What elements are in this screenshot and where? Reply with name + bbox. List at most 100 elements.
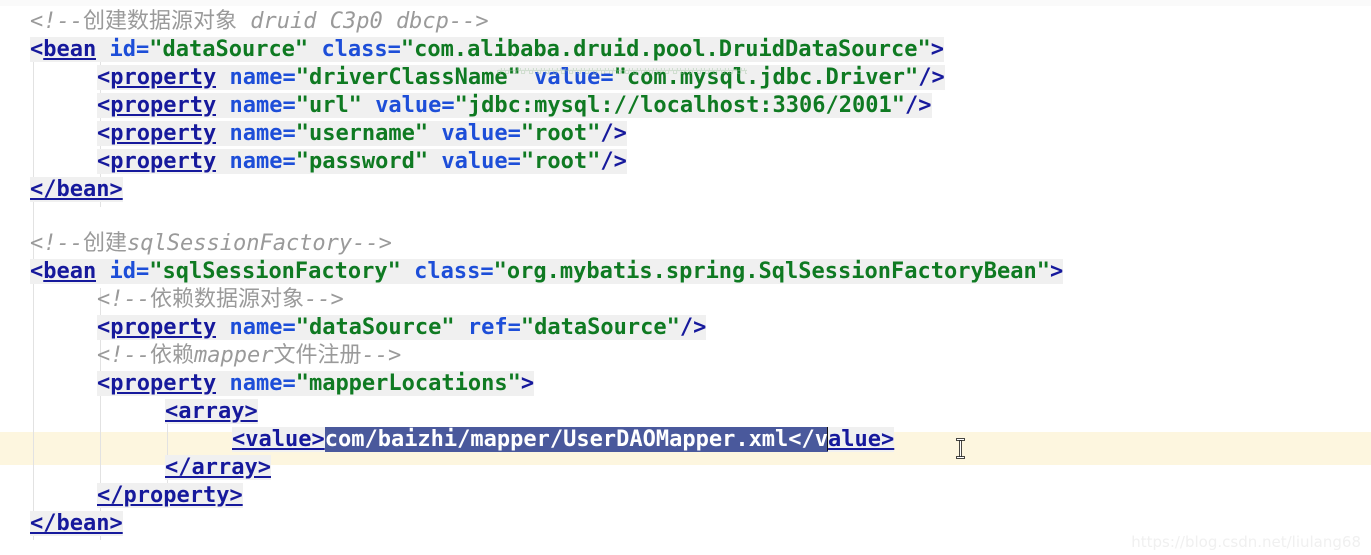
equals: = (282, 121, 296, 146)
comment-open: <!-- (30, 9, 83, 34)
code-line-comment-datasource[interactable]: <!--创建数据源对象 druid C3p0 dbcp--> (0, 8, 1371, 36)
watermark: https://blog.csdn.net/liulang68 (1131, 533, 1361, 551)
space (216, 149, 230, 174)
code-content[interactable]: <!--创建数据源对象 druid C3p0 dbcp--> <bean id=… (0, 0, 1371, 538)
space (96, 37, 110, 62)
tag-name-bean[interactable]: bean (43, 259, 97, 284)
comment-close: --> (352, 231, 392, 256)
tag-array-open[interactable]: <array> (165, 399, 258, 424)
code-line-property-username[interactable]: <property name="username" value="root"/> (0, 120, 1371, 148)
space (308, 37, 322, 62)
code-line-array-open[interactable]: <array> (0, 398, 1371, 426)
attr-value-class: "org.mybatis.spring.SqlSessionFactoryBea… (493, 259, 1050, 284)
tag-open-bracket: < (97, 315, 111, 340)
attr-name-class: class (414, 259, 481, 284)
code-line-property-datasource-ref[interactable]: <property name="dataSource" ref="dataSou… (0, 314, 1371, 342)
selected-text[interactable]: com/baizhi/mapper/UserDAOMapper.xml</v (324, 427, 829, 452)
code-line-value[interactable]: <value>com/baizhi/mapper/UserDAOMapper.x… (0, 426, 1371, 454)
tag-name-bean[interactable]: bean (43, 37, 97, 62)
tag-selfclose-bracket: /> (600, 149, 627, 174)
attr-value-name: "mapperLocations" (295, 371, 521, 396)
tag-selfclose-bracket: /> (918, 65, 945, 90)
equals: = (441, 93, 455, 118)
tag-name-property[interactable]: property (110, 371, 217, 396)
code-line-bean-sqlsessionfactory[interactable]: <bean id="sqlSessionFactory" class="org.… (0, 258, 1371, 286)
tag-value-close-remainder[interactable]: alue> (828, 427, 895, 452)
attr-value-ref: "dataSource" (520, 315, 680, 340)
comment-cjk-text: 创建数据源对象 (82, 9, 237, 34)
tag-name-property[interactable]: property (110, 149, 217, 174)
attr-value-id: "dataSource" (149, 37, 309, 62)
attr-name-ref: ref (467, 315, 508, 340)
space (216, 371, 230, 396)
attr-name-name: name (229, 121, 283, 146)
attr-name-name: name (229, 65, 283, 90)
attr-name-name: name (229, 93, 283, 118)
attr-name-value: value (441, 121, 508, 146)
tag-close-bean[interactable]: </bean> (30, 511, 123, 536)
attr-value-name: "url" (295, 93, 362, 118)
equals: = (282, 371, 296, 396)
attr-name-value: value (375, 93, 442, 118)
tag-property-close[interactable]: </property> (97, 483, 243, 508)
tag-name-property[interactable]: property (110, 121, 217, 146)
tag-close-bracket: > (930, 37, 944, 62)
code-line-property-close[interactable]: </property> (0, 482, 1371, 510)
comment-open: <!-- (97, 343, 150, 368)
comment-close: --> (448, 9, 489, 34)
space (216, 121, 230, 146)
space (216, 65, 230, 90)
tag-value-open[interactable]: <value> (232, 427, 325, 452)
attr-value-id: "sqlSessionFactory" (149, 259, 401, 284)
code-line-bean-close[interactable]: </bean> (0, 176, 1371, 204)
tag-open-bracket: < (30, 37, 44, 62)
code-editor[interactable]: <!--创建数据源对象 druid C3p0 dbcp--> <bean id=… (0, 0, 1371, 555)
tag-name-property[interactable]: property (110, 65, 217, 90)
equals: = (282, 65, 296, 90)
tag-open-bracket: < (97, 371, 111, 396)
comment-close: --> (361, 343, 402, 368)
comment-open: <!-- (30, 231, 83, 256)
code-line-comment-mapper[interactable]: <!--依赖mapper文件注册--> (0, 342, 1371, 370)
tag-close-bracket: > (520, 371, 535, 396)
tag-close-bean[interactable]: </bean> (30, 177, 123, 202)
equals: = (507, 149, 521, 174)
code-line-property-password[interactable]: <property name="password" value="root"/> (0, 148, 1371, 176)
tag-close-bracket: > (1049, 259, 1064, 284)
equals: = (135, 37, 150, 62)
space (454, 315, 468, 340)
space (216, 315, 230, 340)
attr-name-id: id (109, 37, 136, 62)
code-line-comment-ref-datasource[interactable]: <!--依赖数据源对象--> (0, 286, 1371, 314)
code-line-array-close[interactable]: </array> (0, 454, 1371, 482)
space (361, 93, 376, 118)
tag-selfclose-bracket: /> (679, 315, 707, 340)
code-line-blank[interactable] (0, 204, 1371, 230)
space (428, 121, 442, 146)
tag-open-bracket: < (97, 65, 111, 90)
comment-cjk-text: 依赖数据源对象 (149, 287, 304, 312)
equals: = (480, 259, 494, 284)
attr-value-name: "dataSource" (295, 315, 455, 340)
equals: = (507, 121, 521, 146)
comment-open: <!-- (97, 287, 150, 312)
space (428, 149, 442, 174)
code-line-property-mapperlocations[interactable]: <property name="mapperLocations"> (0, 370, 1371, 398)
attr-name-name: name (229, 371, 283, 396)
space (96, 259, 110, 284)
code-line-bean-datasource[interactable]: <bean id="dataSource" class="com.alibaba… (0, 36, 1371, 64)
warning-squiggle-icon (497, 68, 747, 74)
tag-open-bracket: < (97, 93, 111, 118)
tag-name-property[interactable]: property (110, 93, 217, 118)
equals: = (282, 315, 296, 340)
code-line-comment-sqlsessionfactory[interactable]: <!--创建sqlSessionFactory--> (0, 230, 1371, 258)
tag-array-close[interactable]: </array> (165, 455, 271, 480)
code-line-property-url[interactable]: <property name="url" value="jdbc:mysql:/… (0, 92, 1371, 120)
attr-value-name: "password" (295, 149, 429, 174)
attr-name-name: name (229, 315, 283, 340)
equals: = (282, 93, 296, 118)
attr-value-value: "root" (520, 149, 601, 174)
attr-value-value: "jdbc:mysql://localhost:3306/2001" (454, 93, 906, 118)
tag-open-bracket: < (30, 259, 44, 284)
tag-name-property[interactable]: property (110, 315, 217, 340)
